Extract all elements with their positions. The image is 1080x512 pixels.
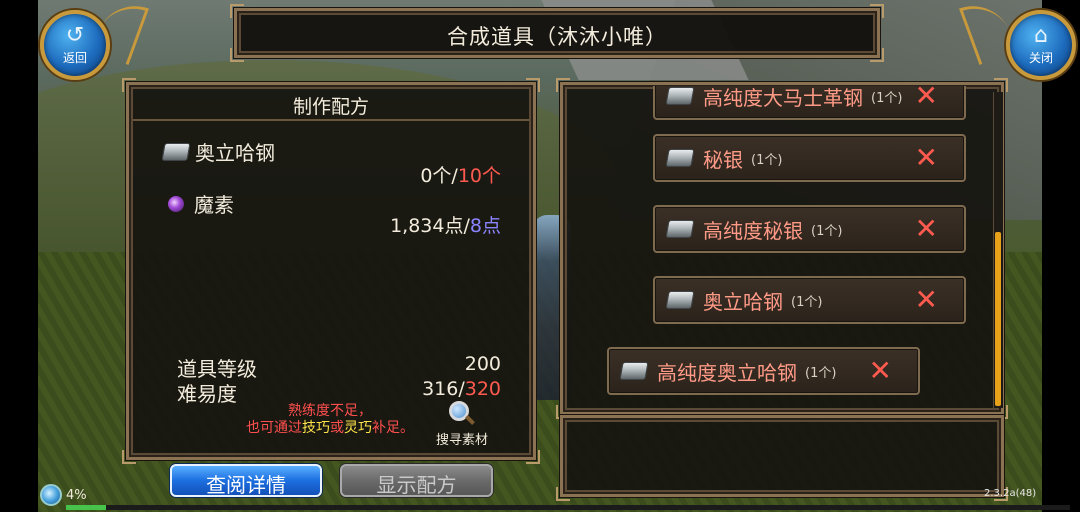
frame-corner <box>870 4 884 18</box>
item-count: (1个) <box>871 90 903 106</box>
magnifier-icon <box>449 401 475 427</box>
warning-skill-highlight: 技巧 <box>302 420 330 436</box>
warning-line-2: 也可通过技巧或灵巧补足。 <box>215 420 445 437</box>
version-label: 2.3.2a(48) <box>984 488 1037 499</box>
list-item[interactable]: 高纯度大马士革钢 (1个) ✕ <box>653 86 966 120</box>
quantity-need: 8点 <box>469 215 501 237</box>
proficiency-warning: 熟练度不足， 也可通过技巧或灵巧补足。 <box>215 403 445 437</box>
item-count: (1个) <box>805 365 837 381</box>
item-name: 高纯度奥立哈钢 <box>657 360 797 385</box>
ingredient-name: 魔素 <box>194 193 234 217</box>
list-item[interactable]: 高纯度秘银 (1个) ✕ <box>653 205 966 253</box>
remove-icon[interactable]: ✕ <box>915 215 938 243</box>
warning-text: 也可通过 <box>246 420 302 436</box>
ingot-icon <box>665 220 695 238</box>
ingredient-quantity: 1,834点/8点 <box>390 211 501 238</box>
item-count: (1个) <box>791 294 823 310</box>
close-label: 关闭 <box>1028 50 1053 65</box>
item-count: (1个) <box>751 152 783 168</box>
exp-percent: 4% <box>66 487 87 503</box>
item-level-value: 200 <box>465 353 501 375</box>
ingot-icon <box>161 142 191 161</box>
ingot-icon <box>619 362 649 380</box>
remove-icon[interactable]: ✕ <box>915 144 938 172</box>
recipe-panel: 制作配方 奥立哈钢 0个/10个 魔素 1,834点/8点 道具等级 200 难… <box>122 78 540 464</box>
home-icon: ⌂ <box>1034 22 1048 48</box>
search-materials-label: 搜寻素材 <box>435 433 488 448</box>
scrollbar-thumb[interactable] <box>995 232 1001 406</box>
left-letterbox <box>0 0 38 512</box>
quantity-need: 10个 <box>457 165 501 187</box>
ingredient-orichalcum[interactable]: 奥立哈钢 <box>161 137 275 166</box>
item-name: 高纯度秘银 <box>703 218 803 243</box>
back-label: 返回 <box>62 50 87 65</box>
list-item[interactable]: 奥立哈钢 (1个) ✕ <box>653 276 966 324</box>
ingot-icon <box>665 87 695 105</box>
ingot-icon <box>665 149 695 167</box>
remove-icon[interactable]: ✕ <box>915 86 938 110</box>
difficulty-value: 316/320 <box>422 378 501 400</box>
frame-corner <box>556 487 570 501</box>
experience-bar-fill <box>66 505 107 510</box>
warning-line-1: 熟练度不足， <box>288 403 372 419</box>
view-details-button[interactable]: 查阅详情 <box>170 464 322 497</box>
list-item[interactable]: 秘银 (1个) ✕ <box>653 134 966 182</box>
title-bar: 合成道具（沐沐小唯） <box>230 4 884 62</box>
frame-corner <box>122 450 136 464</box>
warning-text: 补足。 <box>372 420 414 436</box>
item-name: 奥立哈钢 <box>703 289 783 314</box>
ingredient-quantity: 0个/10个 <box>420 161 501 188</box>
show-recipe-button[interactable]: 显示配方 <box>340 464 493 497</box>
close-button[interactable]: ⌂ 关闭 <box>1006 10 1076 80</box>
material-list-footer-panel <box>556 415 1008 501</box>
ingredient-name: 奥立哈钢 <box>195 141 275 165</box>
compass-icon <box>40 484 62 506</box>
frame-corner <box>230 4 244 18</box>
stat-value-required: 320 <box>464 378 501 400</box>
list-item-selected[interactable]: 高纯度奥立哈钢 (1个) ✕ <box>607 347 920 395</box>
recipe-header: 制作配方 <box>133 87 529 121</box>
frame-corner <box>994 78 1008 92</box>
experience-bar <box>66 505 1070 510</box>
quantity-have: 0个 <box>420 165 452 187</box>
stat-value-text: 200 <box>464 353 501 375</box>
ingredient-mana[interactable]: 魔素 <box>163 189 234 218</box>
remove-icon[interactable]: ✕ <box>869 357 892 385</box>
purple-orb-icon <box>168 195 184 212</box>
window-title: 合成道具（沐沐小唯） <box>447 25 667 49</box>
stat-value-text: 316/ <box>422 378 465 400</box>
item-name: 秘银 <box>703 147 743 172</box>
warning-skill-highlight: 灵巧 <box>344 420 372 436</box>
undo-arrow-icon: ↺ <box>65 22 85 48</box>
frame-corner <box>526 450 540 464</box>
ingot-icon <box>665 291 695 309</box>
remove-icon[interactable]: ✕ <box>915 286 938 314</box>
warning-text: 或 <box>330 420 344 436</box>
quantity-have: 1,834点 <box>390 215 464 237</box>
material-list[interactable]: 高纯度大马士革钢 (1个) ✕ 秘银 (1个) ✕ 高纯度秘银 (1个) ✕ 奥… <box>566 86 990 412</box>
search-materials-button[interactable]: 搜寻素材 <box>427 401 497 448</box>
item-count: (1个) <box>811 223 843 239</box>
back-button[interactable]: ↺ 返回 <box>40 10 110 80</box>
status-indicator: 4% <box>40 484 87 506</box>
item-name: 高纯度大马士革钢 <box>703 86 863 110</box>
